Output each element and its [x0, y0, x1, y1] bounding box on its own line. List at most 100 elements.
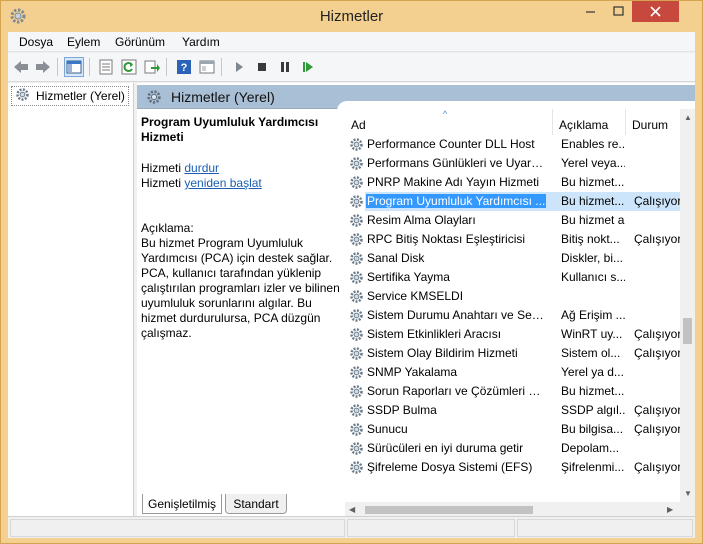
pane-header: Hizmetler (Yerel)	[137, 85, 695, 111]
service-gear-icon	[349, 422, 364, 437]
service-name: Sürücüleri en iyi duruma getir	[367, 441, 524, 455]
service-row[interactable]: Sunucu Bu bilgisa... Çalışıyor	[345, 420, 688, 439]
console-icon[interactable]	[197, 57, 217, 77]
service-row[interactable]: Şifreleme Dosya Sistemi (EFS) Şifrelenmi.…	[345, 458, 688, 477]
service-row[interactable]: SNMP Yakalama Yerel ya d...	[345, 363, 688, 382]
service-gear-icon	[349, 346, 364, 361]
menu-gorunum[interactable]: Görünüm	[115, 35, 165, 49]
service-name: Sertifika Yayma	[367, 270, 450, 284]
service-description: Bitiş nokt...	[561, 232, 620, 246]
service-row[interactable]: RPC Bitiş Noktası Eşleştiricisi Bitiş nok…	[345, 230, 688, 249]
tree-item-label: Hizmetler (Yerel)	[36, 89, 125, 103]
tab-standard[interactable]: Standart	[225, 494, 287, 514]
service-gear-icon	[349, 384, 364, 399]
service-name: Service KMSELDI	[367, 289, 464, 303]
service-row[interactable]: Sorun Raporları ve Çözümleri De... Bu hiz…	[345, 382, 688, 401]
column-header-name[interactable]: Ad ^	[345, 109, 553, 135]
services-list[interactable]: Ad ^ Açıklama Durum Performance Counter …	[345, 109, 695, 502]
service-row[interactable]: Performans Günlükleri ve Uyarıları Yerel …	[345, 154, 688, 173]
service-gear-icon	[349, 213, 364, 228]
service-gear-icon	[349, 365, 364, 380]
service-row[interactable]: Performance Counter DLL Host Enables re..…	[345, 135, 688, 154]
close-button[interactable]	[632, 1, 679, 22]
services-gear-icon	[146, 89, 162, 108]
service-name: PNRP Makine Adı Yayın Hizmeti	[367, 175, 540, 189]
service-row-selected[interactable]: Program Uyumluluk Yardımcısı ... Bu hizme…	[345, 192, 688, 211]
stop-service-link[interactable]: durdur	[184, 161, 219, 175]
vertical-scrollbar[interactable]: ▲ ▼	[680, 109, 695, 502]
service-gear-icon	[349, 403, 364, 418]
column-header-description[interactable]: Açıklama	[553, 109, 626, 135]
menu-yardim[interactable]: Yardım	[182, 35, 220, 49]
action-prefix: Hizmeti	[141, 176, 182, 190]
service-gear-icon	[349, 251, 364, 266]
stop-icon[interactable]	[252, 57, 272, 77]
service-row[interactable]: Sistem Olay Bildirim Hizmeti Sistem ol...…	[345, 344, 688, 363]
service-gear-icon	[349, 460, 364, 475]
service-name: Sistem Durumu Anahtarı ve Sertif...	[367, 308, 545, 322]
column-label: Ad	[351, 118, 366, 132]
export-icon[interactable]	[142, 57, 162, 77]
service-description: Yerel veya...	[561, 156, 625, 170]
service-row[interactable]: Sanal Disk Diskler, bi...	[345, 249, 688, 268]
refresh-icon[interactable]	[119, 57, 139, 77]
service-name: Sanal Disk	[367, 251, 425, 265]
service-row[interactable]: Sistem Durumu Anahtarı ve Sertif... Ağ Er…	[345, 306, 688, 325]
service-row[interactable]: PNRP Makine Adı Yayın Hizmeti Bu hizmet..…	[345, 173, 688, 192]
service-row[interactable]: Sertifika Yayma Kullanıcı s...	[345, 268, 688, 287]
service-name: SNMP Yakalama	[367, 365, 458, 379]
tab-extended[interactable]: Genişletilmiş	[142, 494, 222, 514]
vertical-scroll-thumb[interactable]	[683, 318, 692, 344]
maximize-button[interactable]	[605, 1, 632, 22]
service-name: Sorun Raporları ve Çözümleri De...	[367, 384, 545, 398]
service-name: Sistem Olay Bildirim Hizmeti	[367, 346, 518, 360]
service-name: Sunucu	[367, 422, 408, 436]
service-name: Performance Counter DLL Host	[367, 137, 535, 151]
service-row[interactable]: Service KMSELDI	[345, 287, 688, 306]
menu-dosya[interactable]: Dosya	[19, 35, 53, 49]
play-icon[interactable]	[229, 57, 249, 77]
restart-icon[interactable]	[298, 57, 318, 77]
service-row[interactable]: Sistem Etkinlikleri Aracısı WinRT uy... Ça…	[345, 325, 688, 344]
scroll-up-icon[interactable]: ▲	[684, 113, 692, 122]
back-icon[interactable]	[11, 57, 31, 77]
sort-ascending-icon: ^	[443, 109, 448, 119]
tree-item-services-local[interactable]: Hizmetler (Yerel)	[11, 86, 129, 106]
service-row[interactable]: Resim Alma Olayları Bu hizmet al...	[345, 211, 688, 230]
properties-icon[interactable]	[96, 57, 116, 77]
title-bar[interactable]: Hizmetler	[1, 1, 702, 32]
service-description: Sistem ol...	[561, 346, 621, 360]
stop-action-line: Hizmeti durdur	[141, 161, 345, 176]
service-name: Resim Alma Olayları	[367, 213, 476, 227]
service-description: Yerel ya d...	[561, 365, 624, 379]
service-gear-icon	[349, 175, 364, 190]
toolbar-separator	[221, 58, 222, 76]
client-area: Dosya Eylem Görünüm Yardım ? Hizmetler (…	[8, 32, 695, 538]
service-row[interactable]: SSDP Bulma SSDP algıl... Çalışıyor	[345, 401, 688, 420]
service-name: RPC Bitiş Noktası Eşleştiricisi	[367, 232, 526, 246]
status-cell	[347, 519, 515, 537]
column-header-status[interactable]: Durum	[626, 109, 688, 135]
pause-icon[interactable]	[275, 57, 295, 77]
menu-bar: Dosya Eylem Görünüm Yardım	[8, 32, 695, 52]
restart-service-link[interactable]: yeniden başlat	[184, 176, 261, 190]
service-details: Program Uyumluluk Yardımcısı Hizmeti Hiz…	[141, 115, 345, 341]
status-cell	[10, 519, 345, 537]
service-row[interactable]: Sürücüleri en iyi duruma getir Depolam...	[345, 439, 688, 458]
service-description: Ağ Erişim ...	[561, 308, 625, 322]
menu-eylem[interactable]: Eylem	[67, 35, 100, 49]
service-description: Bu hizmet...	[561, 194, 625, 208]
status-cell	[517, 519, 693, 537]
show-hide-tree-icon[interactable]	[64, 57, 84, 77]
service-description: SSDP algıl...	[561, 403, 625, 417]
pane-title: Hizmetler (Yerel)	[171, 89, 275, 105]
forward-icon[interactable]	[33, 57, 53, 77]
toolbar-separator	[57, 58, 58, 76]
minimize-button[interactable]	[576, 1, 605, 22]
service-description: Diskler, bi...	[561, 251, 624, 265]
services-gear-icon	[15, 87, 30, 105]
service-description: Bu hizmet al...	[561, 213, 625, 227]
help-icon[interactable]: ?	[174, 57, 194, 77]
service-name: Program Uyumluluk Yardımcısı ...	[366, 194, 546, 208]
description-text: Bu hizmet Program Uyumluluk Yardımcısı (…	[141, 236, 340, 340]
